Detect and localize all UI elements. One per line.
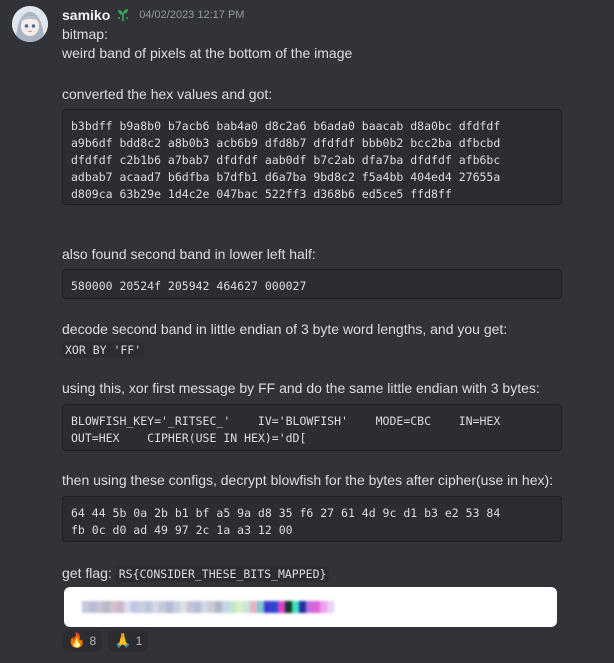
pixel-band-image[interactable] <box>64 587 557 627</box>
inline-code-flag: RS{CONSIDER_THESE_BITS_MAPPED} <box>115 566 330 582</box>
message-line-xor: XOR BY 'FF' <box>62 340 145 359</box>
reaction-fire[interactable]: 🔥 8 <box>62 630 103 652</box>
message-line-decode: decode second band in little endian of 3… <box>62 321 508 337</box>
reactions-bar: 🔥 8 🙏 1 <box>62 630 149 652</box>
timestamp: 04/02/2023 12:17 PM <box>139 9 245 21</box>
pixel-strip <box>82 601 334 613</box>
hex-code-block: b3bdff b9a8b0 b7acb6 bab4a0 d8c2a6 b6ada… <box>62 109 562 205</box>
pixel <box>222 601 229 613</box>
inline-code-xor: XOR BY 'FF' <box>62 342 145 358</box>
pixel <box>131 601 138 613</box>
pixel <box>110 601 117 613</box>
pixel <box>138 601 145 613</box>
pixel <box>166 601 173 613</box>
message-line-decrypt: then using these configs, decrypt blowfi… <box>62 472 554 488</box>
reaction-count: 8 <box>89 634 97 648</box>
pixel <box>208 601 215 613</box>
pixel <box>145 601 152 613</box>
pixel <box>124 601 131 613</box>
reaction-pray[interactable]: 🙏 1 <box>108 630 149 652</box>
cipher-code-block: 64 44 5b 0a 2b b1 bf a5 9a d8 35 f6 27 6… <box>62 496 562 542</box>
pixel <box>271 601 278 613</box>
pixel <box>117 601 124 613</box>
pixel <box>250 601 257 613</box>
pixel <box>327 601 334 613</box>
pixel <box>257 601 264 613</box>
pixel <box>285 601 292 613</box>
username[interactable]: samiko <box>62 7 110 23</box>
pixel <box>243 601 250 613</box>
second-band-code-block: 580000 20524f 205942 464627 000027 <box>62 269 562 299</box>
pixel <box>306 601 313 613</box>
message-line-bitmap: bitmap: <box>62 26 108 42</box>
pixel <box>173 601 180 613</box>
pixel <box>82 601 89 613</box>
message-line-get-flag: get flag: RS{CONSIDER_THESE_BITS_MAPPED} <box>62 564 330 583</box>
message-line-using-this: using this, xor first message by FF and … <box>62 380 540 396</box>
avatar[interactable] <box>12 6 48 42</box>
message-line-weird-band: weird band of pixels at the bottom of th… <box>62 45 353 61</box>
fire-icon: 🔥 <box>68 633 86 649</box>
pixel <box>89 601 96 613</box>
pixel <box>229 601 236 613</box>
pixel <box>292 601 299 613</box>
pixel <box>320 601 327 613</box>
message-line-second-band: also found second band in lower left hal… <box>62 246 316 262</box>
config-code-block: BLOWFISH_KEY='_RITSEC_' IV='BLOWFISH' MO… <box>62 404 562 451</box>
pixel <box>159 601 166 613</box>
pixel <box>103 601 110 613</box>
message-line-converted: converted the hex values and got: <box>62 86 273 102</box>
sprout-badge-icon <box>115 8 131 22</box>
pixel <box>299 601 306 613</box>
pixel <box>180 601 187 613</box>
pray-icon: 🙏 <box>114 633 132 649</box>
pixel <box>96 601 103 613</box>
pixel <box>313 601 320 613</box>
pixel <box>264 601 271 613</box>
pixel <box>152 601 159 613</box>
pixel <box>236 601 243 613</box>
reaction-count: 1 <box>135 634 143 648</box>
message-header: samiko 04/02/2023 12:17 PM <box>62 6 244 24</box>
pixel <box>194 601 201 613</box>
pixel <box>187 601 194 613</box>
pixel <box>215 601 222 613</box>
get-flag-label: get flag: <box>62 565 112 581</box>
pixel <box>201 601 208 613</box>
pixel <box>278 601 285 613</box>
